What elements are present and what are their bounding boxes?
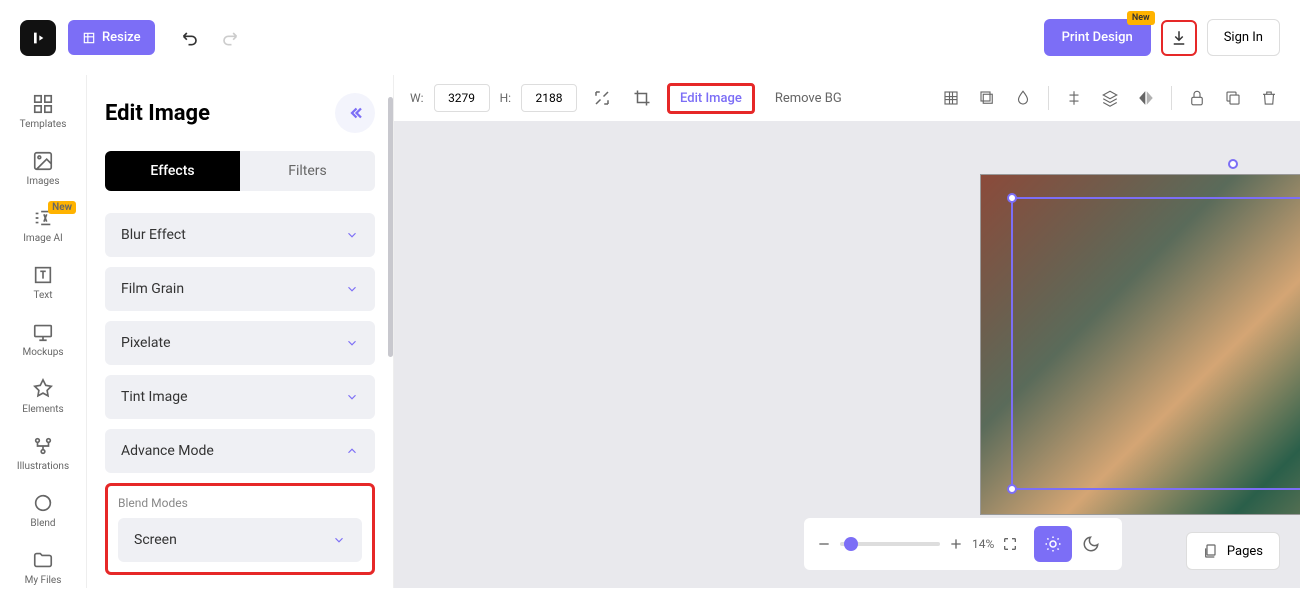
sidebar-text[interactable]: Text <box>0 254 86 311</box>
accordion-advance[interactable]: Advance Mode <box>105 429 375 473</box>
sidebar-elements[interactable]: Elements <box>0 368 86 425</box>
tab-effects[interactable]: Effects <box>105 151 240 191</box>
zoom-out-icon[interactable] <box>816 536 832 552</box>
blend-modes-label: Blend Modes <box>118 496 362 510</box>
align-icon[interactable] <box>1059 83 1089 113</box>
panel-title: Edit Image <box>105 101 210 126</box>
accordion-tint[interactable]: Tint Image <box>105 375 375 419</box>
fullscreen-icon[interactable] <box>1002 536 1018 552</box>
iconbar: Templates Images NewImage AI Text Mockup… <box>0 75 87 588</box>
side-panel: Edit Image Effects Filters Blur Effect F… <box>87 75 394 588</box>
sidebar-myfiles[interactable]: My Files <box>0 539 86 596</box>
download-button[interactable] <box>1161 20 1197 56</box>
canvas-area: W: H: Edit Image Remove BG <box>394 75 1300 588</box>
layers-icon[interactable] <box>1095 83 1125 113</box>
rotate-handle[interactable] <box>1228 159 1238 169</box>
resize-button[interactable]: Resize <box>68 20 155 55</box>
new-badge: New <box>1127 11 1155 25</box>
redo-icon[interactable] <box>219 28 239 48</box>
edit-image-button[interactable]: Edit Image <box>667 83 755 114</box>
crop-icon[interactable] <box>627 83 657 113</box>
sidebar-mockups[interactable]: Mockups <box>0 311 86 368</box>
resize-handle-tl[interactable] <box>1007 193 1017 203</box>
sidebar-blend[interactable]: Blend <box>0 482 86 539</box>
panel-scrollbar[interactable] <box>388 97 393 357</box>
blend-mode-select[interactable]: Screen <box>118 518 362 562</box>
copy-layer-icon[interactable] <box>972 83 1002 113</box>
height-label: H: <box>500 91 511 105</box>
height-input[interactable] <box>521 84 577 112</box>
pages-button[interactable]: Pages <box>1186 532 1280 570</box>
accordion-blur[interactable]: Blur Effect <box>105 213 375 257</box>
flip-icon[interactable] <box>1131 83 1161 113</box>
accordion-pixelate[interactable]: Pixelate <box>105 321 375 365</box>
droplet-icon[interactable] <box>1008 83 1038 113</box>
zoom-slider[interactable] <box>840 542 940 546</box>
selection-box[interactable] <box>1011 197 1300 490</box>
lock-icon[interactable] <box>1182 83 1212 113</box>
undo-icon[interactable] <box>181 28 201 48</box>
width-label: W: <box>410 91 424 105</box>
sidebar-templates[interactable]: Templates <box>0 83 86 140</box>
sidebar-illustrations[interactable]: Illustrations <box>0 425 86 482</box>
app-logo[interactable] <box>20 20 56 56</box>
dark-theme-button[interactable] <box>1072 526 1110 562</box>
light-theme-button[interactable] <box>1034 526 1072 562</box>
duplicate-icon[interactable] <box>1218 83 1248 113</box>
resize-handle-bl[interactable] <box>1007 484 1017 494</box>
signin-button[interactable]: Sign In <box>1207 19 1280 56</box>
zoom-percentage: 14% <box>972 537 994 551</box>
expand-icon[interactable] <box>587 83 617 113</box>
width-input[interactable] <box>434 84 490 112</box>
zoom-in-icon[interactable] <box>948 536 964 552</box>
tab-filters[interactable]: Filters <box>240 151 375 191</box>
blend-modes-section: Blend Modes Screen <box>105 483 375 575</box>
sidebar-imageai[interactable]: NewImage AI <box>0 197 86 254</box>
sidebar-images[interactable]: Images <box>0 140 86 197</box>
print-design-button[interactable]: Print DesignNew <box>1044 19 1151 56</box>
collapse-panel-button[interactable] <box>335 93 375 133</box>
accordion-grain[interactable]: Film Grain <box>105 267 375 311</box>
grid-icon[interactable] <box>936 83 966 113</box>
remove-bg-button[interactable]: Remove BG <box>765 85 852 112</box>
trash-icon[interactable] <box>1254 83 1284 113</box>
